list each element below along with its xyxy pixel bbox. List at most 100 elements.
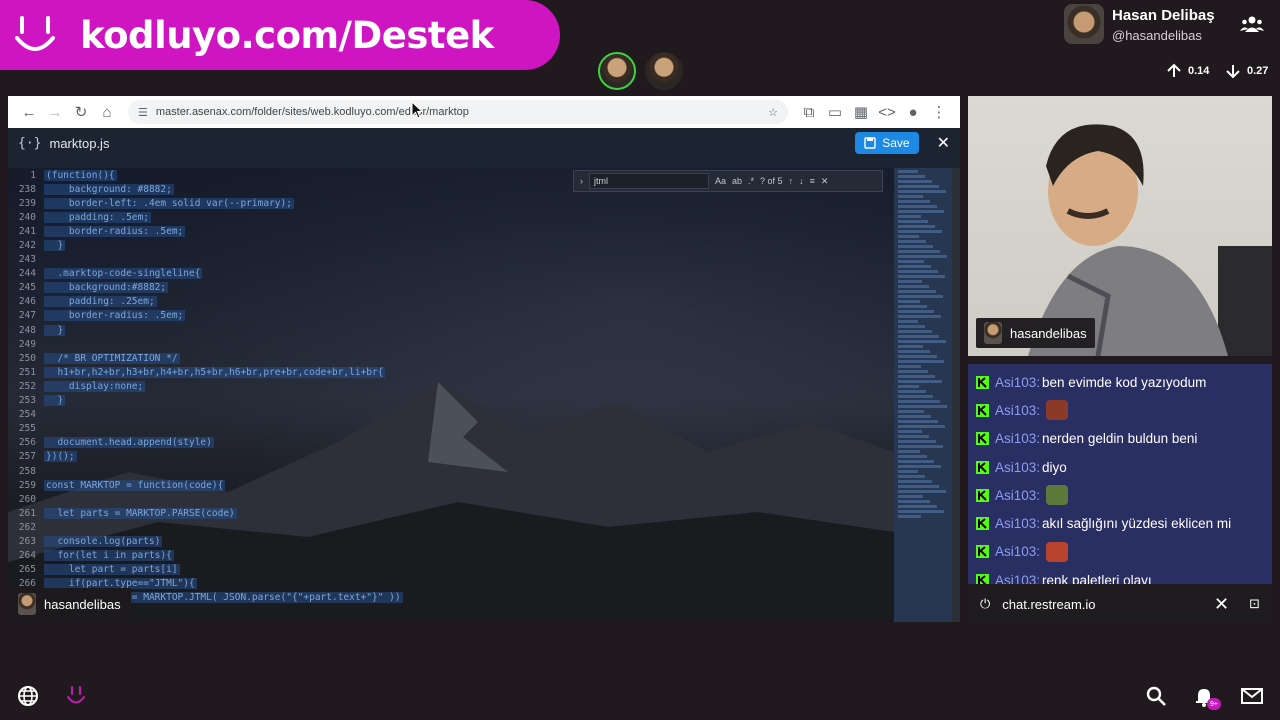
minimap-line (898, 390, 926, 393)
code-line: 242 } (8, 238, 894, 252)
close-chat-icon[interactable]: ✕ (1214, 594, 1229, 615)
find-input[interactable]: jtml (589, 173, 709, 189)
code-line: 247 border-radius: .5em; (8, 309, 894, 323)
code-text: let parts = MARKTOP.PARSE(code) (44, 507, 237, 519)
find-query: jtml (594, 176, 608, 186)
minimap-line (898, 345, 923, 348)
match-case-toggle[interactable]: Aa (715, 176, 726, 186)
chat-message: Asi103: (968, 396, 1272, 424)
upload-value: 0.14 (1188, 65, 1210, 77)
chat-message: Asi103: ben evimde kod yazıyodum (968, 368, 1272, 396)
save-button[interactable]: Save (855, 132, 919, 154)
chat-username[interactable]: Asi103: (995, 460, 1040, 475)
search-icon[interactable] (1144, 684, 1168, 708)
participant-avatar-active[interactable] (598, 52, 636, 90)
home-icon[interactable]: ⌂ (94, 99, 120, 125)
user-avatar[interactable] (1064, 4, 1104, 44)
minimap-line (898, 210, 944, 213)
minimap-line (898, 495, 923, 498)
chat-username[interactable]: Asi103: (995, 488, 1040, 503)
find-selection-icon[interactable]: ≡ (810, 176, 815, 186)
chat-username[interactable]: Asi103: (995, 573, 1040, 584)
bookmark-star-icon[interactable]: ☆ (768, 106, 778, 119)
code-text: })(); (44, 451, 77, 463)
restream-logo-icon: ⏻ (980, 596, 991, 611)
whole-word-icon[interactable]: ab (732, 176, 742, 186)
chat-message: Asi103: akıl sağlığını yüzdesi eklicen mi (968, 509, 1272, 537)
people-icon[interactable] (1240, 14, 1264, 34)
line-number: 254 (18, 409, 36, 421)
devtools-code-icon[interactable]: <> (874, 99, 900, 125)
minimap-line (898, 275, 945, 278)
save-label: Save (882, 136, 910, 150)
minimap-line (898, 325, 925, 328)
chat-username[interactable]: Asi103: (995, 403, 1040, 418)
code-line: 262 (8, 520, 894, 534)
minimap-line (898, 360, 944, 363)
smile-logo-icon-small[interactable] (64, 684, 88, 708)
kick-k-icon (976, 432, 989, 446)
minimap-line (898, 455, 927, 458)
regex-icon[interactable]: .* (748, 176, 754, 186)
minimap-line (898, 485, 939, 488)
close-find-icon[interactable]: ✕ (821, 176, 829, 187)
participant-avatar[interactable] (645, 52, 683, 90)
kick-k-icon (976, 488, 989, 502)
minimap-line (898, 195, 923, 198)
chat-url: chat.restream.io (1002, 596, 1096, 612)
line-number: 263 (18, 535, 36, 547)
browser-toolbar: ← → ↻ ⌂ ☰ master.asenax.com/folder/sites… (8, 96, 960, 128)
notification-badge: 9+ (1207, 698, 1221, 710)
profile-icon[interactable]: ● (900, 99, 926, 125)
chat-username[interactable]: Asi103: (995, 544, 1040, 559)
minimap-line (898, 420, 938, 423)
code-line: 249 (8, 337, 894, 351)
extensions-icon[interactable]: ⧉ (796, 99, 822, 125)
reading-list-icon[interactable]: ▭ (822, 99, 848, 125)
close-editor-icon[interactable]: ✕ (937, 133, 950, 153)
line-number: 248 (18, 324, 36, 336)
apps-icon[interactable]: ▦ (848, 99, 874, 125)
back-icon[interactable]: ← (16, 99, 42, 125)
prev-match-icon[interactable]: ↑ (789, 176, 794, 186)
forward-icon[interactable]: → (42, 99, 68, 125)
minimap-line (898, 235, 919, 238)
minimap-line (898, 410, 924, 413)
minimap-line (898, 505, 937, 508)
minimap-line (898, 405, 947, 408)
site-settings-icon[interactable]: ☰ (138, 106, 148, 119)
find-toggle-icon[interactable]: › (580, 176, 583, 186)
minimap-line (898, 385, 919, 388)
minimap-line (898, 365, 921, 368)
minimap-line (898, 450, 920, 453)
minimap[interactable] (894, 168, 952, 622)
menu-kebab-icon[interactable]: ⋮ (926, 99, 952, 125)
minimap-line (898, 220, 928, 223)
code-editor[interactable]: 1 (function(){238 background: #8882; 239 b… (8, 168, 894, 622)
next-match-icon[interactable]: ↓ (799, 176, 804, 186)
chat-username[interactable]: Asi103: (995, 375, 1040, 390)
chat-text: renk paletleri olayı (1042, 572, 1152, 584)
chat-username[interactable]: Asi103: (995, 516, 1040, 531)
code-line: 256 document.head.append(style) (8, 436, 894, 450)
globe-icon[interactable] (16, 684, 40, 708)
chat-message: Asi103: (968, 538, 1272, 566)
mouse-cursor-icon (411, 101, 423, 119)
kick-k-icon (976, 375, 989, 389)
mail-icon[interactable] (1240, 684, 1264, 708)
screenshot-icon[interactable]: ⊡ (1249, 596, 1260, 612)
editor-scrollbar[interactable] (952, 168, 960, 622)
chat-text: ben evimde kod yazıyodum (1042, 374, 1207, 390)
code-text: border-left: .4em solid var(--primary); (44, 197, 294, 209)
webcam-tag-avatar (984, 322, 1002, 344)
kick-k-icon (976, 517, 989, 531)
reload-icon[interactable]: ↻ (68, 99, 94, 125)
line-number: 258 (18, 465, 36, 477)
code-line: 246 padding: .25em; (8, 295, 894, 309)
chat-username[interactable]: Asi103: (995, 431, 1040, 446)
arrow-up-icon (1167, 63, 1181, 77)
minimap-line (898, 330, 932, 333)
chat-emote (1046, 400, 1069, 421)
address-bar[interactable]: ☰ master.asenax.com/folder/sites/web.kod… (128, 100, 788, 124)
minimap-line (898, 255, 947, 258)
